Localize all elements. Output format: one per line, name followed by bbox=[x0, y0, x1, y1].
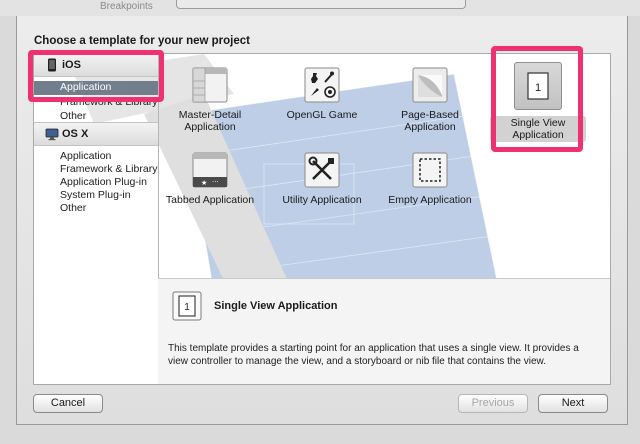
template-chooser: iOS Application Framework & Library Othe… bbox=[33, 53, 611, 385]
template-opengl-game[interactable]: OpenGL Game bbox=[274, 67, 370, 121]
empty-icon bbox=[412, 152, 448, 188]
sidebar-item-ios-other[interactable]: Other bbox=[60, 110, 86, 122]
sidebar-item-ios-application[interactable]: Application bbox=[34, 81, 158, 95]
svg-text:1: 1 bbox=[184, 302, 190, 313]
description-title: Single View Application bbox=[214, 300, 338, 312]
svg-text:★: ★ bbox=[201, 179, 207, 187]
utility-icon bbox=[304, 152, 340, 188]
template-description-panel: 1 Single View Application This template … bbox=[158, 278, 610, 384]
template-master-detail[interactable]: Master-Detail Application bbox=[162, 67, 258, 133]
template-label: Utility Application bbox=[282, 194, 362, 206]
sidebar-item-ios-framework-library[interactable]: Framework & Library bbox=[60, 96, 157, 108]
sidebar-item-osx-other[interactable]: Other bbox=[60, 202, 86, 214]
single-view-icon: 1 bbox=[514, 62, 562, 110]
description-text: This template provides a starting point … bbox=[168, 343, 579, 367]
sidebar-section-ios[interactable]: iOS bbox=[34, 54, 158, 77]
template-label: Single View Application bbox=[490, 116, 586, 142]
svg-text:1: 1 bbox=[535, 82, 541, 94]
mac-icon bbox=[45, 128, 59, 141]
template-page-based[interactable]: Page-Based Application bbox=[382, 67, 478, 133]
template-label: Empty Application bbox=[388, 194, 472, 206]
sidebar-section-label: OS X bbox=[62, 128, 89, 140]
template-label: Tabbed Application bbox=[165, 194, 255, 206]
template-tabbed[interactable]: ★ ··· Tabbed Application bbox=[162, 152, 258, 206]
sidebar-item-osx-system-plugin[interactable]: System Plug-in bbox=[60, 189, 131, 201]
sheet-attachment bbox=[176, 0, 466, 9]
platform-sidebar: iOS Application Framework & Library Othe… bbox=[34, 54, 159, 384]
sidebar-section-osx[interactable]: OS X bbox=[34, 122, 158, 146]
template-label: Page-Based Application bbox=[401, 109, 459, 133]
template-single-view[interactable]: 1 Single View Application bbox=[490, 62, 586, 142]
page-based-icon bbox=[412, 67, 448, 103]
template-utility[interactable]: Utility Application bbox=[274, 152, 370, 206]
master-detail-icon bbox=[192, 67, 228, 103]
breakpoints-label[interactable]: Breakpoints bbox=[100, 1, 153, 12]
template-label: Master-Detail Application bbox=[178, 109, 242, 133]
single-view-icon: 1 bbox=[172, 291, 202, 321]
cancel-button[interactable]: Cancel bbox=[33, 394, 103, 413]
svg-text:···: ··· bbox=[212, 178, 219, 186]
sidebar-item-osx-application[interactable]: Application bbox=[60, 150, 111, 162]
sidebar-section-label: iOS bbox=[62, 59, 81, 71]
opengl-game-icon bbox=[304, 67, 340, 103]
toolbar-strip: Breakpoints bbox=[0, 0, 640, 16]
previous-button[interactable]: Previous bbox=[458, 394, 528, 413]
tabbed-icon: ★ ··· bbox=[192, 152, 228, 188]
next-button[interactable]: Next bbox=[538, 394, 608, 413]
sidebar-item-osx-application-plugin[interactable]: Application Plug-in bbox=[60, 176, 147, 188]
sidebar-item-osx-framework-library[interactable]: Framework & Library bbox=[60, 163, 157, 175]
iphone-icon bbox=[48, 58, 56, 72]
dialog-heading: Choose a template for your new project bbox=[34, 35, 250, 47]
template-empty[interactable]: Empty Application bbox=[382, 152, 478, 206]
template-label: OpenGL Game bbox=[286, 109, 358, 121]
